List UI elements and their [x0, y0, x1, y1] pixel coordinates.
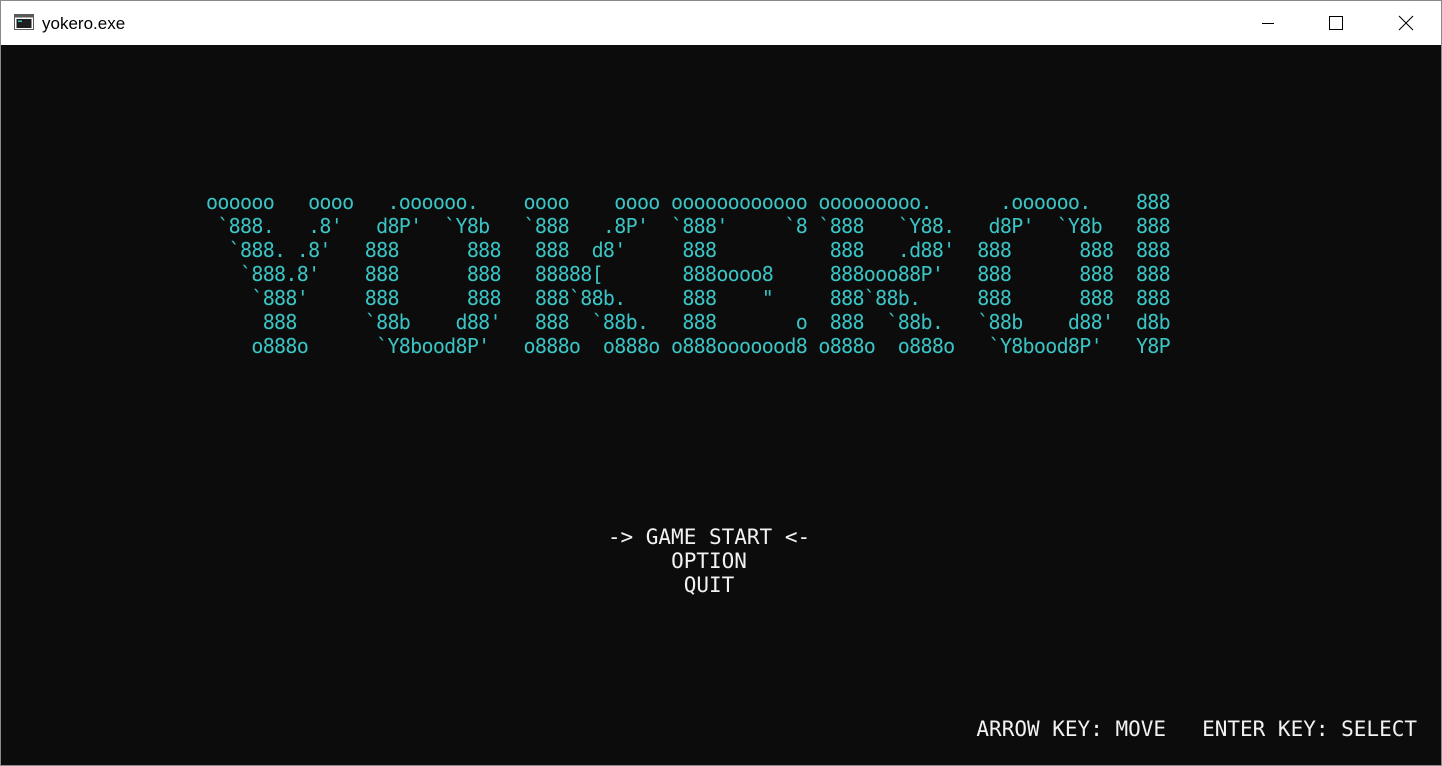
console-screen[interactable]: oooooo oooo .oooooo. oooo oooo ooooooooo…	[1, 45, 1441, 765]
window-title: yokero.exe	[42, 14, 126, 33]
yokero-ascii-logo: oooooo oooo .oooooo. oooo oooo ooooooooo…	[206, 190, 1171, 358]
logo-line: `888.8' 888 888 88888[ 888oooo8 888ooo88…	[206, 262, 1171, 286]
controls-help: ARROW KEY: MOVE ENTER KEY: SELECT	[976, 717, 1417, 741]
console-app-icon	[14, 14, 34, 30]
close-icon	[1398, 15, 1414, 31]
app-window: yokero.exe oooooo oooo .oooooo. oooo ooo…	[0, 0, 1442, 766]
help-select-hint: ENTER KEY: SELECT	[1202, 717, 1417, 741]
minimize-button[interactable]	[1233, 1, 1303, 45]
menu-item-game-start[interactable]: -> GAME START <-	[1, 525, 1417, 549]
maximize-button[interactable]	[1301, 1, 1371, 45]
help-move-hint: ARROW KEY: MOVE	[976, 717, 1167, 741]
logo-line: 888 `88b d88' 888 `88b. 888 o 888 `88b. …	[206, 310, 1171, 334]
minimize-icon	[1262, 23, 1274, 24]
logo-line: `888' 888 888 888`88b. 888 " 888`88b. 88…	[206, 286, 1170, 310]
title-bar[interactable]: yokero.exe	[1, 1, 1441, 45]
menu-item-quit[interactable]: QUIT	[1, 573, 1417, 597]
maximize-icon	[1329, 16, 1343, 30]
close-button[interactable]	[1371, 1, 1441, 45]
logo-line: o888o `Y8bood8P' o888o o888o o888ooooood…	[206, 334, 1170, 358]
logo-line: oooooo oooo .oooooo. oooo oooo ooooooooo…	[206, 190, 1171, 214]
menu-item-option[interactable]: OPTION	[1, 549, 1417, 573]
logo-line: `888. .8' d8P' `Y8b `888 .8P' `888' `8 `…	[206, 214, 1170, 238]
logo-line: `888. .8' 888 888 888 d8' 888 888 .d88' …	[206, 238, 1171, 262]
